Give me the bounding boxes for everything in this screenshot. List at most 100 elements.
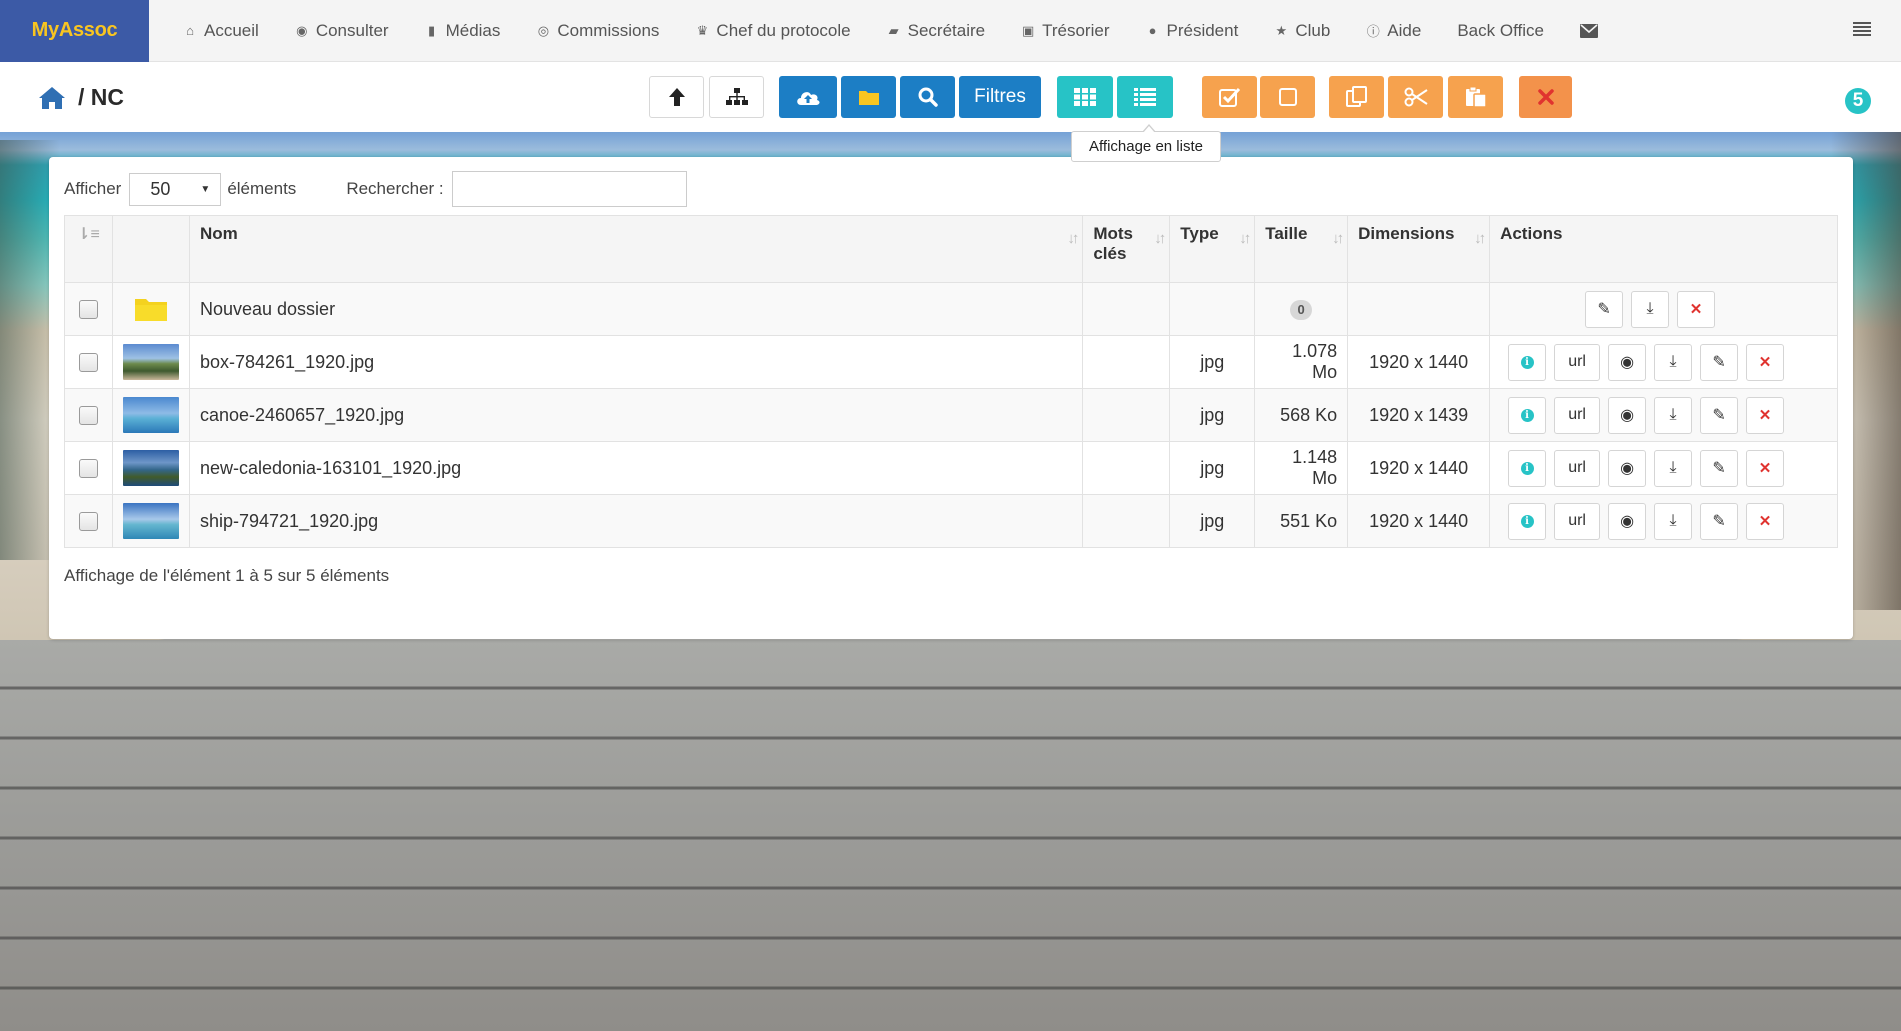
url-button[interactable]: url: [1554, 502, 1601, 540]
download-button[interactable]: ⤓: [1654, 343, 1693, 381]
nav-item-tresorier[interactable]: ▣ Trésorier: [1003, 0, 1127, 62]
delete-button[interactable]: ✕: [1746, 396, 1785, 434]
filters-button[interactable]: Filtres: [959, 76, 1041, 118]
nav-item-chef-du-protocole[interactable]: ♛ Chef du protocole: [677, 0, 868, 62]
nav-item-consulter[interactable]: ◉ Consulter: [277, 0, 407, 62]
column-header-taille[interactable]: Taille ↓↑: [1254, 215, 1349, 283]
column-header-dimensions[interactable]: Dimensions ↓↑: [1347, 215, 1491, 283]
column-header-mots-cles[interactable]: Mots clés ↓↑: [1082, 215, 1171, 283]
size-cell: 551 Ko: [1254, 494, 1349, 548]
preview-button[interactable]: ◉: [1608, 343, 1647, 381]
url-button[interactable]: url: [1554, 343, 1601, 381]
rename-button[interactable]: ✎: [1700, 502, 1739, 540]
info-button[interactable]: i: [1508, 449, 1547, 487]
delete-button[interactable]: ✕: [1746, 502, 1785, 540]
select-column-header[interactable]: ⇂≡: [64, 215, 113, 283]
nav-item-label: Back Office: [1457, 20, 1544, 40]
column-header-nom[interactable]: Nom ↓↑: [188, 215, 1084, 283]
image-thumbnail[interactable]: [122, 344, 179, 380]
table-row[interactable]: canoe-2460657_1920.jpg jpg 568 Ko 1920 x…: [64, 388, 1838, 442]
search-input[interactable]: [451, 171, 687, 207]
table-row[interactable]: ship-794721_1920.jpg jpg 551 Ko 1920 x 1…: [64, 494, 1838, 548]
info-icon: i: [1520, 408, 1534, 422]
table-row[interactable]: new-caledonia-163101_1920.jpg jpg 1.148 …: [64, 441, 1838, 495]
row-checkbox[interactable]: [78, 352, 98, 372]
column-header-label: Type: [1180, 224, 1219, 243]
row-checkbox[interactable]: [78, 458, 98, 478]
hamburger-icon[interactable]: [1853, 22, 1871, 36]
delete-button[interactable]: ✕: [1746, 449, 1785, 487]
nav-item-commissions[interactable]: ◎ Commissions: [518, 0, 677, 62]
rename-button[interactable]: ✎: [1585, 290, 1624, 328]
list-view-button[interactable]: [1117, 76, 1173, 118]
tree-view-button[interactable]: [709, 76, 764, 118]
type-cell: jpg: [1169, 494, 1256, 548]
info-button[interactable]: i: [1508, 396, 1547, 434]
grid-view-button[interactable]: [1057, 76, 1113, 118]
nav-item-secretaire[interactable]: ▰ Secrétaire: [869, 0, 1003, 62]
select-all-button[interactable]: [1202, 76, 1257, 118]
preview-button[interactable]: ◉: [1608, 449, 1647, 487]
money-icon: ▣: [1021, 22, 1035, 38]
rename-button[interactable]: ✎: [1700, 449, 1739, 487]
cut-button[interactable]: [1388, 76, 1443, 118]
close-icon: [1537, 89, 1554, 105]
download-button[interactable]: ⤓: [1654, 449, 1693, 487]
row-checkbox[interactable]: [78, 511, 98, 531]
image-thumbnail[interactable]: [122, 397, 179, 433]
row-checkbox[interactable]: [78, 405, 98, 425]
delete-button[interactable]: ✕: [1677, 290, 1716, 328]
nav-item-club[interactable]: ★ Club: [1256, 0, 1348, 62]
info-icon: i: [1520, 461, 1534, 475]
folder-name[interactable]: Nouveau dossier: [200, 299, 335, 319]
delete-selection-button[interactable]: [1519, 76, 1572, 118]
nav-item-medias[interactable]: ▮ Médias: [407, 0, 519, 62]
new-folder-button[interactable]: [841, 76, 896, 118]
download-button[interactable]: ⤓: [1654, 396, 1693, 434]
file-browser-panel: Afficher 50 ▼ éléments Rechercher : ⇂≡ N…: [49, 157, 1853, 639]
paste-button[interactable]: [1448, 76, 1503, 118]
download-button[interactable]: ⤓: [1631, 290, 1670, 328]
size-cell: 1.148 Mo: [1254, 441, 1349, 495]
image-thumbnail[interactable]: [122, 450, 179, 486]
table-row[interactable]: box-784261_1920.jpg jpg 1.078 Mo 1920 x …: [64, 335, 1838, 389]
cloud-upload-icon: [797, 92, 820, 105]
notification-badge[interactable]: 5: [1845, 88, 1871, 114]
book-icon: ▰: [888, 22, 899, 38]
url-button[interactable]: url: [1554, 449, 1601, 487]
delete-button[interactable]: ✕: [1746, 343, 1785, 381]
file-name[interactable]: new-caledonia-163101_1920.jpg: [200, 458, 461, 478]
file-name[interactable]: box-784261_1920.jpg: [200, 352, 374, 372]
deselect-all-button[interactable]: [1260, 76, 1315, 118]
nav-item-accueil[interactable]: ⌂ Accueil: [165, 0, 277, 62]
search-button[interactable]: [900, 76, 955, 118]
parent-folder-button[interactable]: [649, 76, 704, 118]
sort-icon: ↓↑: [1474, 230, 1486, 247]
nav-item-mail[interactable]: [1562, 0, 1616, 62]
nav-item-label: Médias: [445, 20, 501, 40]
keywords-cell: [1082, 335, 1171, 389]
image-thumbnail[interactable]: [122, 503, 179, 539]
page-size-select[interactable]: 50 ▼: [129, 172, 222, 206]
home-icon[interactable]: [38, 86, 66, 110]
download-button[interactable]: ⤓: [1654, 502, 1693, 540]
url-button[interactable]: url: [1554, 396, 1601, 434]
rename-button[interactable]: ✎: [1700, 343, 1739, 381]
rename-button[interactable]: ✎: [1700, 396, 1739, 434]
nav-item-president[interactable]: ● Président: [1128, 0, 1257, 62]
info-button[interactable]: i: [1508, 343, 1547, 381]
column-header-type[interactable]: Type ↓↑: [1169, 215, 1256, 283]
table-row[interactable]: Nouveau dossier 0 ✎ ⤓ ✕: [64, 282, 1838, 336]
preview-button[interactable]: ◉: [1608, 502, 1647, 540]
upload-button[interactable]: [779, 76, 837, 118]
info-button[interactable]: i: [1508, 502, 1547, 540]
file-name[interactable]: canoe-2460657_1920.jpg: [200, 405, 404, 425]
preview-button[interactable]: ◉: [1608, 396, 1647, 434]
envelope-icon: [1579, 23, 1598, 38]
brand-logo[interactable]: MyAssoc: [0, 0, 149, 62]
nav-item-aide[interactable]: ⓘ Aide: [1348, 0, 1439, 62]
copy-button[interactable]: [1329, 76, 1384, 118]
file-name[interactable]: ship-794721_1920.jpg: [200, 511, 378, 531]
row-checkbox[interactable]: [78, 299, 98, 319]
nav-item-back-office[interactable]: Back Office: [1439, 0, 1562, 62]
